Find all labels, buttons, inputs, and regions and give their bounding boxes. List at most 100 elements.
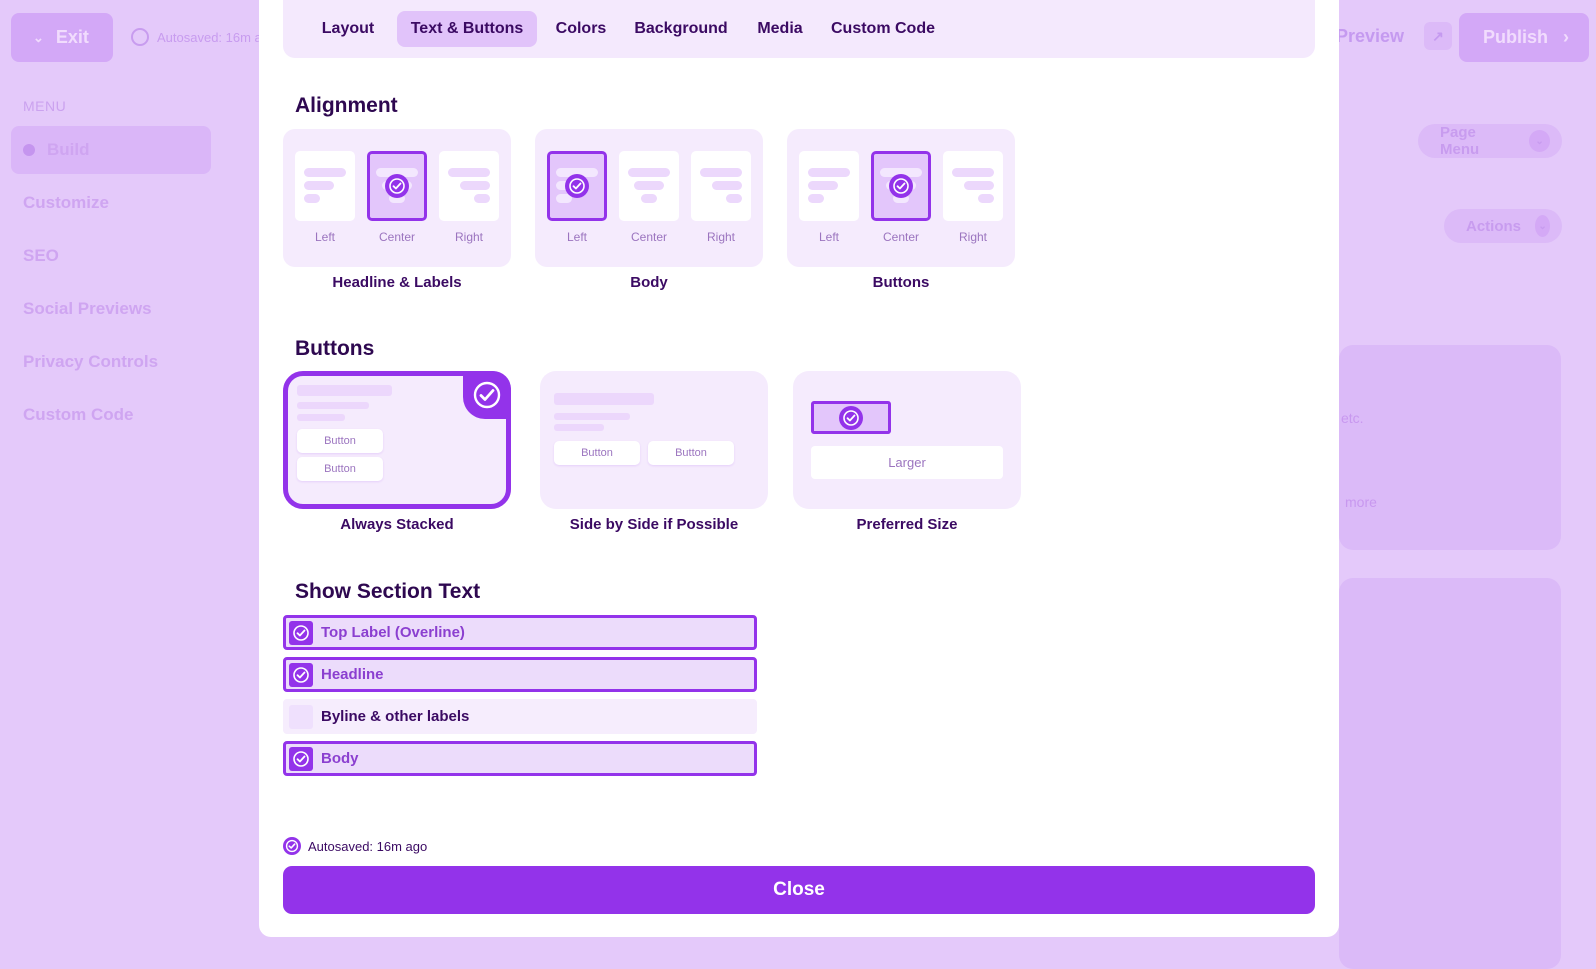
sidebar-item-privacy-controls[interactable]: Privacy Controls xyxy=(11,338,211,386)
align-option-left[interactable]: Left xyxy=(295,151,355,244)
align-option-right[interactable]: Right xyxy=(943,151,1003,244)
align-option-center[interactable]: Center xyxy=(367,151,427,244)
align-option-right[interactable]: Right xyxy=(691,151,751,244)
tab-layout[interactable]: Layout xyxy=(307,11,389,47)
check-circle-icon xyxy=(289,620,313,645)
tab-media[interactable]: Media xyxy=(745,11,815,47)
align-option-label: Center xyxy=(882,230,920,244)
alignment-group-name: Body xyxy=(630,274,668,291)
align-thumb xyxy=(619,151,679,221)
external-link-icon: ↗ xyxy=(1424,22,1453,50)
check-circle-icon xyxy=(289,662,313,687)
button-layout-side-by-side[interactable]: Button Button xyxy=(540,371,768,509)
toggle-label: Body xyxy=(321,750,359,767)
tab-custom-code[interactable]: Custom Code xyxy=(823,11,943,47)
toggle-label: Top Label (Overline) xyxy=(321,624,465,641)
autosave-status-background: Autosaved: 16m ag xyxy=(131,28,269,46)
align-thumb xyxy=(295,151,355,221)
sample-button: Button xyxy=(297,457,383,481)
toggle-headline[interactable]: Headline xyxy=(283,657,757,692)
size-option-larger[interactable]: Larger xyxy=(811,446,1003,479)
align-option-label: Center xyxy=(630,230,668,244)
align-thumb-selected xyxy=(547,151,607,221)
align-option-center[interactable]: Center xyxy=(871,151,931,244)
background-card xyxy=(1339,578,1561,969)
align-option-label: Right xyxy=(454,230,483,244)
sidebar-item-label: Custom Code xyxy=(23,405,134,424)
toggle-top-label[interactable]: Top Label (Overline) xyxy=(283,615,757,650)
chevron-down-icon: ⌄ xyxy=(1535,215,1550,237)
align-option-label: Right xyxy=(958,230,987,244)
page-menu-label: Page Menu xyxy=(1440,124,1480,158)
button-layout-name: Always Stacked xyxy=(340,516,454,533)
toggle-label: Headline xyxy=(321,666,384,683)
autosave-text-background: Autosaved: 16m ag xyxy=(157,29,270,45)
button-size-preferred[interactable]: Larger xyxy=(793,371,1021,509)
menu-heading: MENU xyxy=(23,98,67,114)
actions-dropdown[interactable]: Actions ⌄ xyxy=(1444,209,1562,243)
page-menu-dropdown[interactable]: Page Menu ⌄ xyxy=(1418,124,1562,158)
tab-text-buttons[interactable]: Text & Buttons xyxy=(397,11,537,47)
autosave-status: Autosaved: 16m ago xyxy=(283,837,427,855)
sidebar-item-label: Social Previews xyxy=(23,299,152,318)
sidebar-item-seo[interactable]: SEO xyxy=(11,232,211,280)
button-layout-always-stacked[interactable]: Button Button xyxy=(283,371,511,509)
close-button[interactable]: Close xyxy=(283,866,1315,914)
chevron-down-icon: ⌄ xyxy=(1529,130,1550,152)
tab-colors[interactable]: Colors xyxy=(545,11,617,47)
sidebar-item-label: Privacy Controls xyxy=(23,352,159,371)
bullet-icon xyxy=(23,144,35,156)
buttons-title: Buttons xyxy=(295,337,375,360)
sidebar-item-customize[interactable]: Customize xyxy=(11,179,211,227)
publish-label: Publish xyxy=(1483,27,1549,47)
alignment-group-headline: Left Center Right xyxy=(283,129,511,267)
check-circle-icon xyxy=(889,174,913,198)
alignment-group-name: Buttons xyxy=(872,274,930,291)
align-option-right[interactable]: Right xyxy=(439,151,499,244)
align-option-label: Left xyxy=(818,230,839,244)
publish-button[interactable]: Publish › xyxy=(1459,13,1589,62)
exit-label: Exit xyxy=(55,27,89,47)
sidebar-item-label: Build xyxy=(47,140,90,159)
sidebar-item-social-previews[interactable]: Social Previews xyxy=(11,285,211,333)
sidebar-item-label: SEO xyxy=(23,246,59,265)
check-circle-icon xyxy=(289,746,313,771)
background-text: more xyxy=(1345,494,1377,510)
check-circle-icon xyxy=(131,28,149,46)
check-circle-icon xyxy=(385,174,409,198)
align-thumb xyxy=(799,151,859,221)
toggle-byline[interactable]: Byline & other labels xyxy=(283,699,757,734)
alignment-group-buttons: Left Center Right xyxy=(787,129,1015,267)
background-text: etc. xyxy=(1341,410,1364,426)
align-thumb-selected xyxy=(367,151,427,221)
align-option-center[interactable]: Center xyxy=(619,151,679,244)
alignment-group-name: Headline & Labels xyxy=(332,274,462,291)
alignment-title: Alignment xyxy=(295,94,398,117)
section-settings-modal: Layout Text & Buttons Colors Background … xyxy=(259,0,1339,937)
settings-tabs: Layout Text & Buttons Colors Background … xyxy=(283,0,1315,58)
exit-button[interactable]: ⌄ Exit xyxy=(11,13,113,62)
check-circle-icon xyxy=(463,371,511,419)
check-circle-icon xyxy=(565,174,589,198)
sidebar-item-custom-code[interactable]: Custom Code xyxy=(11,391,211,439)
sample-button: Button xyxy=(648,441,734,465)
align-option-label: Center xyxy=(378,230,416,244)
size-option-default-selected[interactable] xyxy=(811,401,891,434)
sidebar-item-build[interactable]: Build xyxy=(11,126,211,174)
preview-button[interactable]: Preview ↗ xyxy=(1336,22,1453,50)
show-section-text-title: Show Section Text xyxy=(295,580,481,603)
toggle-body[interactable]: Body xyxy=(283,741,757,776)
align-option-label: Left xyxy=(314,230,335,244)
toggle-label: Byline & other labels xyxy=(321,708,470,725)
button-layout-name: Preferred Size xyxy=(856,516,958,533)
actions-label: Actions xyxy=(1466,217,1522,235)
align-option-label: Right xyxy=(706,230,735,244)
tab-background[interactable]: Background xyxy=(625,11,737,47)
align-option-left[interactable]: Left xyxy=(547,151,607,244)
check-circle-icon xyxy=(283,837,301,855)
preview-label: Preview xyxy=(1336,25,1405,46)
align-option-left[interactable]: Left xyxy=(799,151,859,244)
align-thumb xyxy=(943,151,1003,221)
empty-checkbox-icon xyxy=(289,704,313,729)
background-card xyxy=(1339,345,1561,550)
